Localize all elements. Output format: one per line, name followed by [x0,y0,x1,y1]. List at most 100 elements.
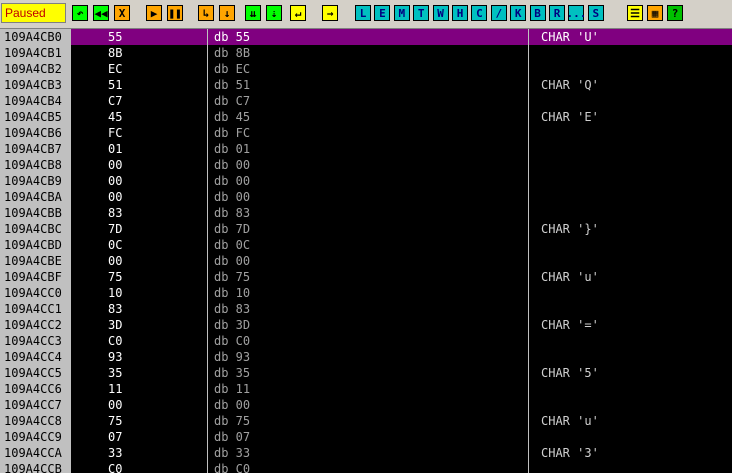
address-cell: 109A4CC7 [0,397,70,413]
hex-dump-cell: C7 [108,94,123,108]
executable-modules-button[interactable]: E [374,5,391,21]
address-cell: 109A4CC6 [0,381,70,397]
table-row[interactable]: 109A4CCA 33 db 33 CHAR '3' [0,445,732,461]
trace-over-icon[interactable]: ⇣ [266,5,282,21]
restart-icon[interactable]: ◀◀ [93,5,109,21]
disassembly-cell: db 3D [214,318,251,332]
table-row[interactable]: 109A4CBF 75 db 75 CHAR 'u' [0,269,732,285]
references-button[interactable]: R [549,5,565,21]
table-row[interactable]: 109A4CB6 FC db FC [0,125,732,141]
comment-cell: CHAR 'E' [541,110,599,124]
table-row[interactable]: 109A4CB9 00 db 00 [0,173,732,189]
table-row[interactable]: 109A4CC8 75 db 75 CHAR 'u' [0,413,732,429]
table-row[interactable]: 109A4CB7 01 db 01 [0,141,732,157]
comment-cell: CHAR 'u' [541,270,599,284]
toolbar: Paused ↶ ◀◀ X ▶ ❚❚ ↳ ↓ ⇊ ⇣ ↵ → L E M T W H C / K B R... S ☰ ▦? [0,0,732,29]
hex-dump-cell: 0C [108,238,123,252]
run-icon[interactable]: ▶ [146,5,162,21]
table-row[interactable]: 109A4CC4 93 db 93 [0,349,732,365]
table-row[interactable]: 109A4CC1 83 db 83 [0,301,732,317]
memory-map-button[interactable]: M [393,5,410,21]
hex-dump-cell: EC [108,62,123,76]
hex-dump-cell: 11 [108,382,123,396]
disassembly-cell: db 75 [214,414,251,428]
table-row[interactable]: 109A4CB1 8B db 8B [0,45,732,61]
hex-dump-cell: 07 [108,430,123,444]
help-icon[interactable]: ? [667,5,683,21]
hex-dump-cell: 00 [108,174,123,188]
hex-dump-cell: 75 [108,270,123,284]
disassembly-cell: db 33 [214,446,251,460]
table-row[interactable]: 109A4CC5 35 db 35 CHAR '5' [0,365,732,381]
debugging-options-icon[interactable]: ☰ [627,5,643,21]
disassembly-cell: db 35 [214,366,251,380]
hex-dump-cell: 51 [108,78,123,92]
hex-dump-cell: 33 [108,446,123,460]
hex-dump-cell: 83 [108,302,123,316]
source-button[interactable]: S [587,5,604,21]
disassembly-cell: db C7 [214,94,251,108]
table-row[interactable]: 109A4CB3 51 db 51 CHAR 'Q' [0,77,732,93]
step-over-icon[interactable]: ↓ [219,5,235,21]
table-row[interactable]: 109A4CC3 C0 db C0 [0,333,732,349]
address-cell: 109A4CC0 [0,285,70,301]
table-row[interactable]: 109A4CC6 11 db 11 [0,381,732,397]
cpu-button[interactable]: C [471,5,488,21]
table-row[interactable]: 109A4CC2 3D db 3D CHAR '=' [0,317,732,333]
column-divider [207,29,208,473]
disassembly-pane[interactable]: 109A4CCB C0 db C0 109A4CCA 33 db 33 CHAR '3' 10… [0,29,732,473]
pause-icon[interactable]: ❚❚ [167,5,183,21]
disassembly-cell: db 00 [214,158,251,172]
address-cell: 109A4CB2 [0,61,70,77]
patches-button[interactable]: / [490,5,507,21]
disassembly-cell: db 8B [214,46,251,60]
comment-cell: CHAR '}' [541,222,599,236]
call-stack-button[interactable]: K [510,5,527,21]
address-cell: 109A4CCA [0,445,70,461]
threads-button[interactable]: T [413,5,430,21]
hex-dump-cell: 10 [108,286,123,300]
table-row[interactable]: 109A4CB2 EC db EC [0,61,732,77]
step-into-icon[interactable]: ↳ [198,5,214,21]
table-row[interactable]: 109A4CBA 00 db 00 [0,189,732,205]
table-row[interactable]: 109A4CBB 83 db 83 [0,205,732,221]
disassembly-cell: db 7D [214,222,251,236]
log-window-button[interactable]: L [355,5,371,21]
disassembly-cell: db 93 [214,350,251,364]
trace-into-icon[interactable]: ⇊ [245,5,261,21]
table-row[interactable]: 109A4CB0 55 db 55 CHAR 'U' [0,29,732,45]
table-row[interactable]: 109A4CC7 00 db 00 [0,397,732,413]
hex-dump-cell: 93 [108,350,123,364]
address-cell: 109A4CBA [0,189,70,205]
disassembly-cell: db 10 [214,286,251,300]
hex-dump-cell: 00 [108,254,123,268]
table-row[interactable]: 109A4CCB C0 db C0 [0,461,732,473]
go-to-address-icon[interactable]: → [322,5,338,21]
table-row[interactable]: 109A4CBC 7D db 7D CHAR '}' [0,221,732,237]
status-indicator: Paused [1,3,66,23]
disassembly-cell: db 00 [214,254,251,268]
hex-dump-cell: 00 [108,158,123,172]
table-row[interactable]: 109A4CB5 45 db 45 CHAR 'E' [0,109,732,125]
appearance-icon[interactable]: ▦ [647,5,663,21]
table-row[interactable]: 109A4CBE 00 db 00 [0,253,732,269]
execute-till-return-icon[interactable]: ↵ [290,5,306,21]
column-divider [70,29,71,473]
close-program-icon[interactable]: X [114,5,130,21]
address-cell: 109A4CC5 [0,365,70,381]
windows-button[interactable]: W [432,5,449,21]
table-row[interactable]: 109A4CBD 0C db 0C [0,237,732,253]
handles-button[interactable]: H [452,5,468,21]
address-cell: 109A4CB3 [0,77,70,93]
address-cell: 109A4CBE [0,253,70,269]
open-file-icon[interactable]: ↶ [72,5,88,21]
table-row[interactable]: 109A4CB4 C7 db C7 [0,93,732,109]
address-cell: 109A4CB0 [0,29,70,45]
address-cell: 109A4CB4 [0,93,70,109]
table-row[interactable]: 109A4CB8 00 db 00 [0,157,732,173]
table-row[interactable]: 109A4CC0 10 db 10 [0,285,732,301]
hex-dump-cell: 00 [108,190,123,204]
breakpoints-button[interactable]: B [529,5,546,21]
run-trace-button[interactable]: ... [566,5,586,21]
table-row[interactable]: 109A4CC9 07 db 07 [0,429,732,445]
